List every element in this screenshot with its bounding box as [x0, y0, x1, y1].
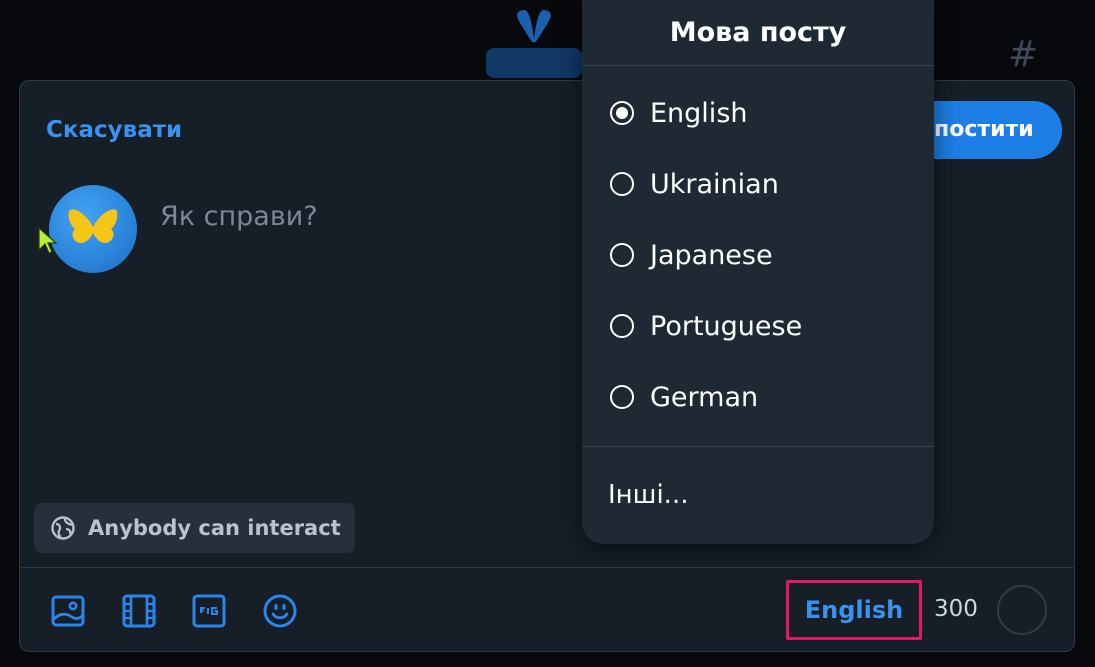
- radio-icon: [610, 172, 634, 196]
- gif-icon[interactable]: [191, 593, 227, 629]
- menu-title: Мова посту: [582, 0, 934, 66]
- language-option-label: German: [650, 381, 759, 413]
- emoji-icon[interactable]: [262, 593, 298, 629]
- radio-selected-icon: [610, 101, 634, 125]
- threadgate-button[interactable]: Anybody can interact: [34, 503, 355, 553]
- language-option-label: Ukrainian: [650, 168, 779, 200]
- radio-icon: [610, 243, 634, 267]
- mouse-cursor-icon: [38, 226, 58, 254]
- language-option-label: Portuguese: [650, 310, 803, 342]
- threadgate-label: Anybody can interact: [88, 516, 341, 540]
- avatar[interactable]: [49, 185, 137, 273]
- radio-icon: [610, 314, 634, 338]
- butterfly-icon: [68, 209, 118, 243]
- language-option-portuguese[interactable]: Portuguese: [610, 301, 910, 351]
- background-butterfly-logo: [486, 10, 582, 78]
- radio-icon: [610, 385, 634, 409]
- post-text-placeholder[interactable]: Як справи?: [160, 201, 318, 232]
- language-option-english[interactable]: English: [610, 88, 910, 138]
- language-option-german[interactable]: German: [610, 372, 910, 422]
- composer-toolbar: English 300: [20, 567, 1074, 653]
- post-language-button[interactable]: English: [786, 580, 922, 640]
- hash-icon[interactable]: #: [1008, 34, 1038, 75]
- language-option-ukrainian[interactable]: Ukrainian: [610, 159, 910, 209]
- language-option-label: English: [650, 97, 748, 129]
- character-progress-ring: [997, 585, 1047, 635]
- image-icon[interactable]: [50, 593, 86, 629]
- post-language-menu: Мова посту English Ukrainian Japanese Po…: [582, 0, 934, 544]
- video-icon[interactable]: [121, 593, 157, 629]
- menu-divider: [582, 446, 934, 447]
- other-languages-item[interactable]: Інші...: [608, 480, 688, 510]
- cancel-button[interactable]: Скасувати: [46, 117, 182, 143]
- language-option-japanese[interactable]: Japanese: [610, 230, 910, 280]
- character-count: 300: [934, 596, 978, 622]
- language-option-label: Japanese: [650, 239, 773, 271]
- globe-icon: [51, 516, 75, 540]
